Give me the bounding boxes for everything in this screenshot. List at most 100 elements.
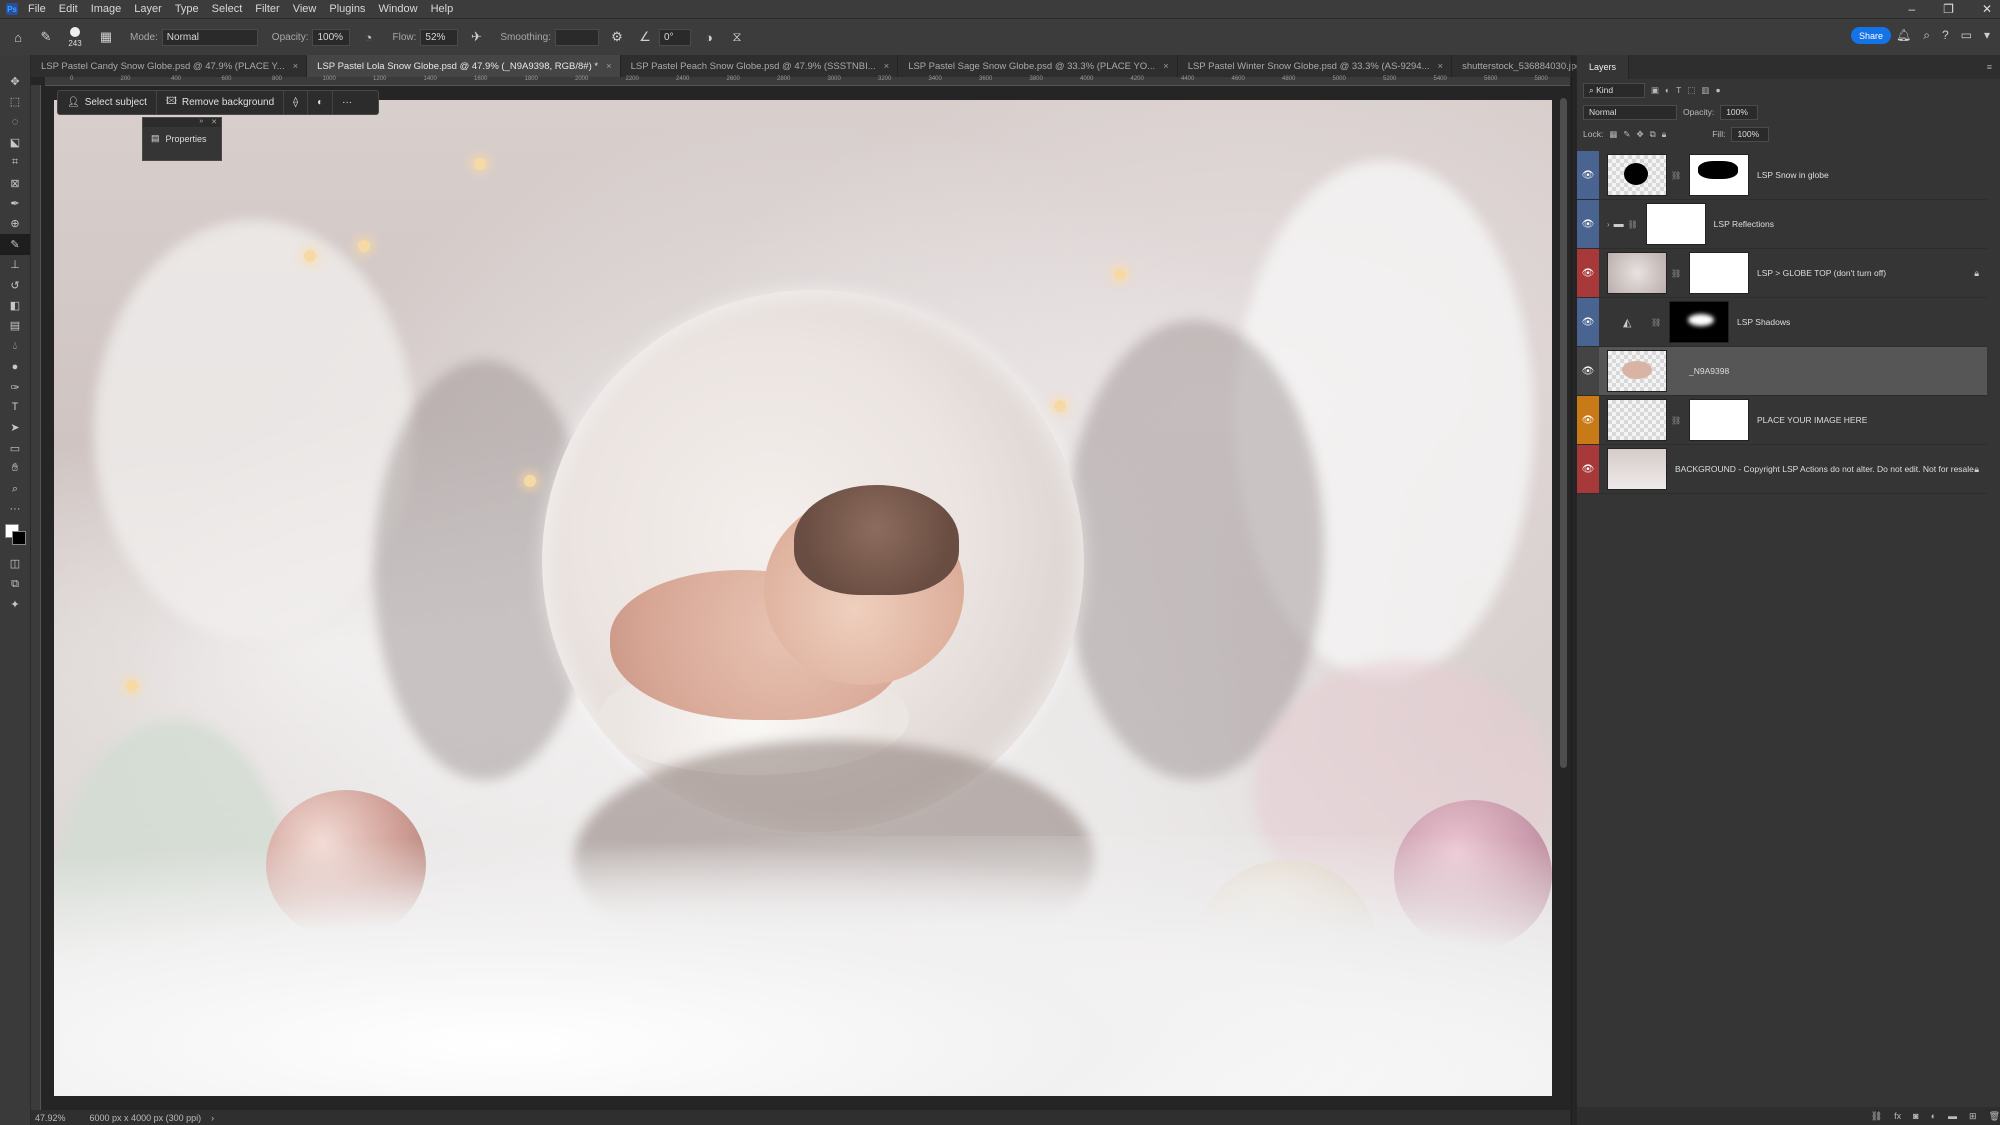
- brush-preset-picker[interactable]: 243: [62, 23, 88, 51]
- more-options-button[interactable]: ···: [332, 91, 361, 114]
- link-icon[interactable]: ⛓: [1671, 269, 1681, 278]
- visibility-eye-icon[interactable]: 👁︎: [1577, 347, 1599, 395]
- healing-brush-tool-icon[interactable]: ⊕: [0, 214, 30, 234]
- fill-field[interactable]: 100%: [1731, 126, 1770, 142]
- link-icon[interactable]: ⛓: [1671, 171, 1681, 180]
- search-icon[interactable]: ⌕: [1923, 28, 1930, 43]
- clone-stamp-tool-icon[interactable]: ⊥: [0, 255, 30, 275]
- remove-background-button[interactable]: 🖾︎ Remove background: [155, 91, 283, 114]
- menu-type[interactable]: Type: [175, 3, 199, 15]
- color-swatches-icon[interactable]: [0, 520, 30, 554]
- type-tool-icon[interactable]: T: [0, 397, 30, 417]
- blur-tool-icon[interactable]: 💧︎: [0, 336, 30, 356]
- eraser-tool-icon[interactable]: ◧: [0, 295, 30, 315]
- opacity-field[interactable]: 100%: [312, 28, 351, 46]
- link-layers-icon[interactable]: ⛓: [1871, 1111, 1882, 1122]
- visibility-eye-icon[interactable]: 👁︎: [1577, 396, 1599, 444]
- layer-row-snow-in-globe[interactable]: 👁︎ ⛓ LSP Snow in globe: [1577, 151, 1987, 200]
- status-menu-chevron-icon[interactable]: ›: [211, 1113, 214, 1123]
- smoothing-options-gear-icon[interactable]: ⚙: [607, 27, 627, 47]
- gradient-tool-icon[interactable]: ▤: [0, 316, 30, 336]
- lock-all-icon[interactable]: 🔒︎: [1662, 129, 1667, 140]
- notifications-bell-icon[interactable]: 🔔︎: [1896, 28, 1911, 43]
- menu-select[interactable]: Select: [212, 3, 243, 15]
- link-icon[interactable]: ⛓: [1651, 318, 1661, 327]
- delete-layer-icon[interactable]: 🗑︎: [1989, 1111, 2000, 1122]
- layer-row-globe-top[interactable]: 👁︎ ⛓ LSP > GLOBE TOP (don't turn off) 🔒︎: [1577, 249, 1987, 298]
- restore-icon[interactable]: ❐: [1943, 2, 1954, 16]
- lock-artboard-icon[interactable]: ⧉: [1650, 129, 1656, 140]
- layer-row-place-your-image[interactable]: 👁︎ ⛓ PLACE YOUR IMAGE HERE: [1577, 396, 1987, 445]
- tab-layers[interactable]: Layers: [1577, 55, 1630, 79]
- frame-tool-icon[interactable]: ⊠: [0, 173, 30, 193]
- vertical-ruler[interactable]: [31, 85, 41, 1115]
- smoothing-field[interactable]: [554, 28, 599, 46]
- workspace-dropdown-icon[interactable]: ▾: [1984, 28, 1990, 43]
- object-selection-tool-icon[interactable]: ⬕: [0, 132, 30, 152]
- layer-mask-thumbnail[interactable]: [1669, 301, 1729, 343]
- horizontal-ruler[interactable]: 0 200 400 600 800 1000 1200 1400 1600 1800 2000 220…: [45, 76, 1570, 86]
- share-button[interactable]: Share: [1851, 27, 1891, 44]
- layer-mask-thumbnail[interactable]: [1689, 154, 1749, 196]
- filter-adjustment-icon[interactable]: ◐: [1665, 85, 1670, 95]
- menu-plugins[interactable]: Plugins: [329, 3, 365, 15]
- add-mask-icon[interactable]: ◙: [1913, 1111, 1918, 1121]
- lasso-tool-icon[interactable]: ◌: [0, 112, 30, 132]
- tab-peach-snow-globe[interactable]: LSP Pastel Peach Snow Globe.psd @ 47.9% …: [621, 55, 899, 77]
- layer-row-reflections[interactable]: 👁︎ › ▬ ⛓ LSP Reflections: [1577, 200, 1987, 249]
- menu-window[interactable]: Window: [378, 3, 417, 15]
- quick-mask-icon[interactable]: ◫: [0, 554, 30, 574]
- zoom-tool-icon[interactable]: ⌕: [0, 479, 30, 499]
- visibility-eye-icon[interactable]: 👁︎: [1577, 298, 1599, 346]
- layer-row-n9a9398[interactable]: 👁︎ _N9A9398: [1577, 347, 1987, 396]
- menu-view[interactable]: View: [293, 3, 317, 15]
- close-window-icon[interactable]: ✕: [1982, 2, 1992, 16]
- expand-group-chevron-icon[interactable]: ›: [1607, 220, 1610, 229]
- edit-toolbar-icon[interactable]: ···: [0, 499, 30, 519]
- properties-button[interactable]: ▤ Properties: [143, 127, 221, 150]
- new-layer-icon[interactable]: ⊞: [1969, 1111, 1977, 1122]
- brush-tool-icon[interactable]: ✎: [36, 27, 56, 47]
- layer-opacity-field[interactable]: 100%: [1720, 104, 1759, 120]
- dodge-tool-icon[interactable]: ●: [0, 356, 30, 376]
- flow-field[interactable]: 52%: [420, 28, 459, 46]
- symmetry-icon[interactable]: ⧖: [727, 27, 747, 47]
- tab-sage-snow-globe[interactable]: LSP Pastel Sage Snow Globe.psd @ 33.3% (…: [898, 55, 1178, 77]
- minimize-icon[interactable]: –: [1908, 2, 1915, 16]
- new-group-icon[interactable]: ▬: [1948, 1111, 1957, 1121]
- filter-smart-object-icon[interactable]: ▥: [1701, 85, 1709, 96]
- brush-settings-icon[interactable]: ▦: [96, 27, 116, 47]
- mode-select[interactable]: Normal: [161, 28, 258, 46]
- select-subject-button[interactable]: 👤︎ Select subject: [58, 91, 156, 114]
- menu-filter[interactable]: Filter: [255, 3, 279, 15]
- hand-tool-icon[interactable]: ✋︎: [0, 458, 30, 478]
- close-panel-icon[interactable]: ✕: [211, 118, 217, 127]
- menu-edit[interactable]: Edit: [59, 3, 78, 15]
- layer-mask-thumbnail[interactable]: [1689, 399, 1749, 441]
- pressure-size-icon[interactable]: ◑: [699, 27, 719, 47]
- tab-candy-snow-globe[interactable]: LSP Pastel Candy Snow Globe.psd @ 47.9% …: [31, 55, 308, 77]
- layer-row-shadows[interactable]: 👁︎ ◭ ⛓ LSP Shadows: [1577, 298, 1987, 347]
- menu-layer[interactable]: Layer: [134, 3, 162, 15]
- rectangle-tool-icon[interactable]: ▭: [0, 438, 30, 458]
- lock-position-icon[interactable]: ✥: [1636, 129, 1643, 140]
- close-tab-icon[interactable]: ×: [1163, 61, 1169, 72]
- vertical-scrollbar[interactable]: [1560, 98, 1567, 768]
- brush-tool-active-icon[interactable]: ✎: [0, 234, 30, 255]
- visibility-eye-icon[interactable]: 👁︎: [1577, 249, 1599, 297]
- menu-file[interactable]: File: [28, 3, 46, 15]
- link-icon[interactable]: ⛓: [1628, 220, 1638, 229]
- filter-toggle-icon[interactable]: ●: [1715, 85, 1720, 95]
- group-mask-thumbnail[interactable]: [1645, 203, 1706, 245]
- crop-tool-icon[interactable]: ⌗: [0, 153, 30, 173]
- airbrush-icon[interactable]: ✈: [466, 27, 486, 47]
- angle-field[interactable]: 0°: [658, 28, 691, 46]
- tab-lola-snow-globe[interactable]: LSP Pastel Lola Snow Globe.psd @ 47.9% (…: [307, 55, 621, 77]
- filter-kind-select[interactable]: ⌕ Kind: [1583, 82, 1645, 98]
- close-tab-icon[interactable]: ×: [293, 61, 299, 72]
- path-selection-tool-icon[interactable]: ➤: [0, 418, 30, 438]
- layer-mask-thumbnail[interactable]: [1689, 252, 1749, 294]
- help-icon[interactable]: ?: [1942, 28, 1949, 43]
- new-adjustment-layer-icon[interactable]: ◐: [1931, 1111, 1936, 1121]
- pressure-opacity-icon[interactable]: ◔: [358, 27, 378, 47]
